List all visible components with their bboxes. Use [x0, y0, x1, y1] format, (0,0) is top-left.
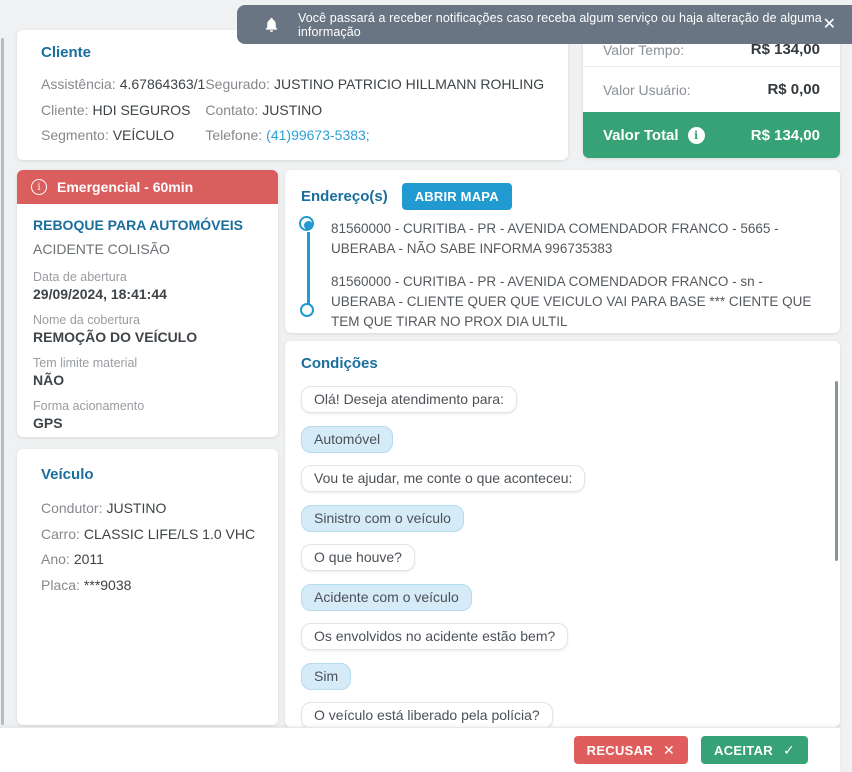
timeline-connector — [307, 232, 310, 304]
phone-link[interactable]: (41)99673-5383; — [266, 127, 370, 143]
valores-card: Valor Tempo: R$ 134,00 Valor Usuário: R$… — [583, 33, 840, 158]
valor-total-label: Valor Total — [603, 126, 679, 144]
x-icon: ✕ — [663, 741, 676, 758]
servico-title: REBOQUE PARA AUTOMÓVEIS — [33, 217, 244, 233]
origin-radio-icon[interactable] — [299, 216, 314, 231]
condicoes-card: Condições Olá! Deseja atendimento para: … — [285, 341, 840, 727]
abrir-mapa-button[interactable]: ABRIR MAPA — [401, 183, 512, 210]
chat-bubble-question: Olá! Deseja atendimento para: — [301, 386, 517, 413]
field-carro: Carro: CLASSIC LIFE/LS 1.0 VHC — [41, 525, 256, 542]
servico-card: i Emergencial - 60min REBOQUE PARA AUTOM… — [17, 170, 278, 437]
field-condutor: Condutor: JUSTINO — [41, 500, 167, 516]
bell-icon — [263, 16, 280, 34]
emergencial-label: Emergencial - 60min — [57, 179, 194, 195]
info-outline-icon: i — [31, 179, 47, 195]
enderecos-card: Endereço(s) ABRIR MAPA 81560000 - CURITI… — [285, 170, 840, 333]
servico-subtitle: ACIDENTE COLISÃO — [33, 241, 170, 257]
enderecos-title: Endereço(s) — [301, 188, 388, 205]
check-icon: ✓ — [782, 741, 795, 758]
detail-limite: Tem limite material NÃO — [33, 356, 138, 388]
recusar-button[interactable]: RECUSAR ✕ — [573, 736, 689, 764]
chat-scrollbar[interactable] — [835, 381, 838, 561]
valor-usuario-row: Valor Usuário: R$ 0,00 — [603, 81, 820, 98]
address-timeline — [299, 216, 319, 326]
chat-bubble-question: O que houve? — [301, 544, 415, 571]
detail-acionamento: Forma acionamento GPS — [33, 399, 145, 431]
field-segmento: Segmento: VEÍCULO — [41, 127, 175, 143]
info-icon[interactable]: i — [687, 126, 705, 144]
chat-bubble-question: Vou te ajudar, me conte o que aconteceu: — [301, 465, 586, 492]
notification-text: Você passará a receber notificações caso… — [298, 10, 822, 39]
valor-total-row: Valor Total i R$ 134,00 — [583, 112, 840, 158]
field-telefone: Telefone: (41)99673-5383; — [205, 127, 370, 143]
field-segurado: Segurado: JUSTINO PATRICIO HILLMANN ROHLI… — [205, 76, 545, 92]
field-ano: Ano: 2011 — [41, 551, 104, 567]
cliente-card: Cliente Assistência: 4.67864363/1 Cliente… — [17, 30, 568, 160]
veiculo-card: Veículo Condutor: JUSTINO Carro: CLASSIC L… — [17, 449, 278, 725]
detail-cobertura: Nome da cobertura REMOÇÃO DO VEÍCULO — [33, 313, 198, 345]
chat-bubble-answer: Acidente com o veículo — [301, 583, 472, 611]
aceitar-label: ACEITAR — [714, 742, 773, 758]
detail-data-abertura: Data de abertura 29/09/2024, 18:41:44 — [33, 270, 167, 302]
close-icon[interactable]: ✕ — [823, 16, 836, 33]
destination-radio-icon[interactable] — [300, 303, 314, 317]
address-item: 81560000 - CURITIBA - PR - AVENIDA COMEN… — [331, 274, 812, 329]
field-placa: Placa: ***9038 — [41, 576, 132, 593]
recusar-label: RECUSAR — [586, 742, 654, 758]
chat-bubble-question: Os envolvidos no acidente estão bem? — [301, 623, 569, 650]
field-contato: Contato: JUSTINO — [205, 101, 323, 118]
aceitar-button[interactable]: ACEITAR ✓ — [701, 736, 808, 764]
emergencial-banner: i Emergencial - 60min — [17, 170, 278, 204]
valor-total-value: R$ 134,00 — [750, 126, 820, 144]
notification-bar: Você passará a receber notificações caso… — [237, 5, 852, 44]
chat-bubble-answer: Sim — [301, 662, 352, 690]
chat-bubble-answer: Sinistro com o veículo — [301, 504, 464, 532]
condicoes-title: Condições — [301, 355, 378, 372]
page-scrollbar[interactable] — [1, 38, 4, 725]
field-assistencia: Assistência: 4.67864363/1 — [41, 76, 206, 92]
address-item: 81560000 - CURITIBA - PR - AVENIDA COMEN… — [331, 221, 779, 256]
cliente-title: Cliente — [41, 44, 92, 61]
action-bar: RECUSAR ✕ ACEITAR ✓ — [0, 727, 840, 772]
field-cliente: Cliente: HDI SEGUROS — [41, 101, 191, 118]
veiculo-title: Veículo — [41, 466, 94, 483]
chat-bubble-question: O veículo está liberado pela polícia? — [301, 702, 553, 727]
chat-bubble-answer: Automóvel — [301, 425, 394, 453]
